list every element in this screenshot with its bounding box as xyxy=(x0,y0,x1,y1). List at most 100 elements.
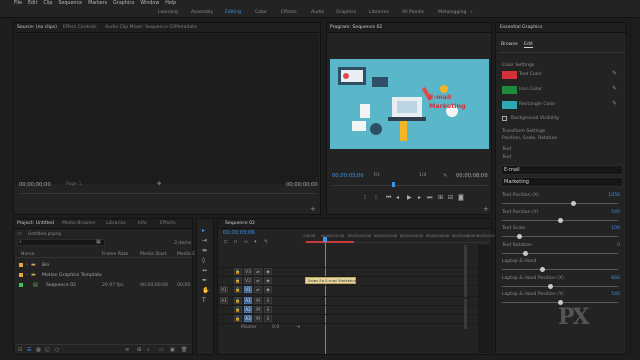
col-frame-rate[interactable]: Frame Rate xyxy=(102,252,128,257)
slider-track[interactable] xyxy=(502,203,618,204)
list-view-icon[interactable]: ☰ xyxy=(27,347,31,353)
find-icon[interactable]: ⌕ xyxy=(147,347,150,353)
tab-source[interactable]: Source: (no clips) xyxy=(17,25,57,30)
solo-toggle[interactable]: S xyxy=(264,297,272,304)
track-master[interactable]: Master 0.0 ⇥ xyxy=(219,323,491,331)
slider-knob[interactable] xyxy=(557,217,563,223)
track-label[interactable]: A1 xyxy=(244,297,252,304)
add-marker-icon[interactable]: ▾ xyxy=(254,239,257,245)
track-a3[interactable]: 🔒 A3 M S xyxy=(219,314,491,322)
workspace-all-panels[interactable]: All Panels xyxy=(402,10,424,15)
workspace-effects[interactable]: Effects xyxy=(281,10,297,15)
tab-effect-controls[interactable]: Effect Controls xyxy=(63,25,97,30)
menu-clip[interactable]: Clip xyxy=(43,1,52,6)
program-add-button-icon[interactable]: + xyxy=(483,206,489,213)
mark-out-icon[interactable]: ⁝ xyxy=(375,194,377,201)
tab-sequence[interactable]: Sequence 02 xyxy=(225,221,255,226)
track-a2[interactable]: 🔒 A2 M S xyxy=(219,305,491,313)
timeline-wrench-icon[interactable]: ✎ xyxy=(264,239,268,245)
rectangle-color-swatch[interactable] xyxy=(502,101,517,109)
track-v2[interactable]: 🔒 V2 ⇄ ◉ Sales Ea E-mail Marketing xyxy=(219,276,491,284)
slider-knob[interactable] xyxy=(540,267,546,272)
mute-toggle[interactable]: M xyxy=(254,297,262,304)
work-area-bar[interactable] xyxy=(306,241,354,243)
timeline-clip[interactable]: Sales Ea E-mail Marketing xyxy=(305,277,357,284)
zoom-slider-icon[interactable]: ○ xyxy=(55,347,59,353)
slider-value[interactable]: 540 xyxy=(611,292,620,297)
sync-lock-toggle[interactable]: ⇄ xyxy=(254,286,262,293)
workspace-audio[interactable]: Audio xyxy=(311,10,324,15)
source-timecode-left[interactable]: 00;00;00;00 xyxy=(19,182,51,188)
track-label[interactable]: V2 xyxy=(244,277,252,284)
frame-forward-icon[interactable]: ▸ xyxy=(418,194,421,201)
menu-markers[interactable]: Markers xyxy=(88,1,107,6)
slider-knob[interactable] xyxy=(522,250,528,256)
disclosure-triangle-icon[interactable]: › xyxy=(26,262,28,268)
workspace-metalogging[interactable]: Metalogging xyxy=(438,10,466,15)
go-to-end-icon[interactable]: ⇥ xyxy=(296,324,300,330)
source-patch-a1[interactable]: A1 xyxy=(220,297,228,304)
eg-tab-browse[interactable]: Browse xyxy=(501,42,518,47)
track-label[interactable]: V3 xyxy=(244,268,252,275)
slider-value[interactable]: 100 xyxy=(611,226,620,231)
tab-audio-clip-mixer[interactable]: Audio Clip Mixer: Sequence 02 xyxy=(105,25,175,30)
col-name[interactable]: Name xyxy=(21,252,35,257)
sync-lock-toggle[interactable]: ⇄ xyxy=(254,277,262,284)
lock-toggle[interactable]: 🔒 xyxy=(234,286,242,293)
workspace-editing[interactable]: Editing xyxy=(225,10,241,15)
label-color-swatch[interactable] xyxy=(19,273,23,277)
new-bin-icon[interactable]: ▦ xyxy=(96,239,101,245)
lock-icon[interactable]: ⊡ xyxy=(18,347,22,353)
text-field-email[interactable]: E-mail xyxy=(501,165,623,175)
mute-toggle[interactable]: M xyxy=(254,315,262,322)
slider-track[interactable] xyxy=(502,285,618,287)
eg-tab-edit[interactable]: Edit xyxy=(524,42,533,48)
lock-toggle[interactable]: 🔒 xyxy=(234,277,242,284)
track-v1[interactable]: V1 🔒 V1 ⇄ ◉ xyxy=(219,285,491,293)
menu-help[interactable]: Help xyxy=(165,1,176,6)
text-color-swatch[interactable] xyxy=(502,71,517,79)
program-video-frame[interactable]: E-mail Marketing xyxy=(330,59,489,149)
eyedropper-icon[interactable]: ✎ xyxy=(612,101,617,107)
workspace-assembly[interactable]: Assembly xyxy=(191,10,213,15)
program-timecode[interactable]: 00;00;03;06 xyxy=(332,173,364,179)
menu-graphics[interactable]: Graphics xyxy=(113,1,134,6)
pen-tool-icon[interactable]: ✒ xyxy=(202,277,207,284)
source-patch-v1[interactable]: V1 xyxy=(220,286,228,293)
linked-selection-icon[interactable]: ∞ xyxy=(244,239,248,245)
source-scrub-bar[interactable] xyxy=(20,193,316,194)
slip-tool-icon[interactable]: ↔ xyxy=(202,267,207,274)
col-media-start[interactable]: Media Start xyxy=(140,252,166,257)
slider-track[interactable] xyxy=(502,269,618,270)
workspace-libraries[interactable]: Libraries xyxy=(369,10,389,15)
slider-value[interactable]: 540 xyxy=(611,210,620,215)
slider-value[interactable]: 1056 xyxy=(608,193,620,198)
mark-in-icon[interactable]: ⁝ xyxy=(364,194,366,201)
icon-view-icon[interactable]: ▦ xyxy=(36,347,41,353)
tab-info[interactable]: Info xyxy=(138,221,147,226)
tab-media-browser[interactable]: Media Browser xyxy=(62,221,96,226)
play-icon[interactable]: ▶ xyxy=(407,194,412,201)
hand-tool-icon[interactable]: ✋ xyxy=(202,287,209,294)
track-v3[interactable]: 🔒 V3 ⇄ ◉ xyxy=(219,267,491,275)
master-volume[interactable]: 0.0 xyxy=(272,325,279,330)
timeline-ruler[interactable]: :00;00 00;00;01;00 00;00;02;00 00;00;03;… xyxy=(303,231,499,243)
program-resolution-select[interactable]: 1/4 xyxy=(419,173,426,178)
source-add-button-icon[interactable]: + xyxy=(310,206,316,213)
text-field-marketing[interactable]: Marketing xyxy=(501,177,623,187)
new-item-icon[interactable]: ▣ xyxy=(170,347,175,353)
tab-effects[interactable]: Effects xyxy=(160,221,176,226)
slider-knob[interactable] xyxy=(548,283,554,289)
eye-icon[interactable]: ◉ xyxy=(264,277,272,284)
project-row[interactable]: ▤ Sequence 02 29.97 fps 00;00;00;00 00;0… xyxy=(15,281,191,290)
eyedropper-icon[interactable]: ✎ xyxy=(612,71,617,77)
export-frame-icon[interactable]: ◙ xyxy=(458,194,464,201)
slider-knob[interactable] xyxy=(516,234,522,239)
timeline-audio-scrollbar[interactable] xyxy=(464,299,467,329)
disclosure-triangle-icon[interactable]: › xyxy=(26,272,28,278)
col-media-end[interactable]: Media E xyxy=(177,252,195,257)
program-fit-select[interactable]: Fit xyxy=(374,173,379,178)
lock-toggle[interactable]: 🔒 xyxy=(234,268,242,275)
trash-icon[interactable]: 🗑 xyxy=(181,347,187,353)
lock-toggle[interactable]: 🔒 xyxy=(234,315,242,322)
